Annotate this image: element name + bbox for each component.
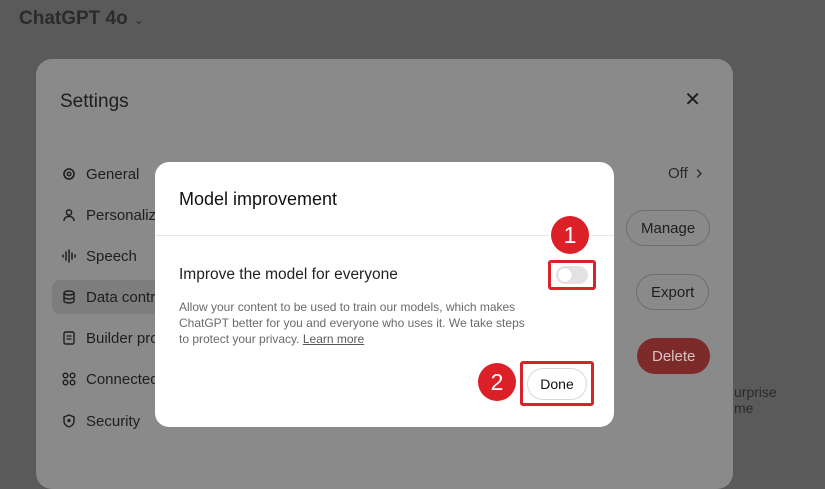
delete-button[interactable]: Delete xyxy=(637,338,711,374)
export-button[interactable]: Export xyxy=(636,274,710,310)
modal-title: Model improvement xyxy=(179,189,338,209)
learn-more-link[interactable]: Learn more xyxy=(303,332,364,346)
sidebar-item-label: Security xyxy=(86,412,141,430)
description-line: to protect your privacy. Learn more xyxy=(179,331,539,347)
setting-row-value[interactable]: Off › xyxy=(668,162,702,185)
sidebar-item-label: Connected xyxy=(86,370,159,388)
person-icon xyxy=(63,209,75,222)
apps-grid-icon xyxy=(62,372,76,386)
id-card-icon xyxy=(63,331,75,345)
sidebar-item-label: General xyxy=(86,165,140,183)
sidebar-item-label: Speech xyxy=(86,247,137,265)
improve-model-toggle[interactable] xyxy=(556,266,588,284)
sidebar-item-label: Data contro xyxy=(86,288,164,306)
setting-value: Off xyxy=(668,165,688,182)
shield-icon xyxy=(63,414,75,428)
database-icon xyxy=(63,290,75,304)
model-selector[interactable]: ChatGPT 4o ⌄ xyxy=(19,8,144,30)
settings-title: Settings xyxy=(60,91,129,112)
partial-suggestion-text: urprise me xyxy=(734,384,777,416)
description-line: ChatGPT better for you and everyone who … xyxy=(179,316,525,330)
divider xyxy=(155,235,614,236)
chevron-down-icon: ⌄ xyxy=(133,13,144,27)
toggle-knob xyxy=(558,268,572,282)
sidebar-item-label: Builder pro xyxy=(86,329,159,347)
description-line: Allow your content to be used to train o… xyxy=(179,300,516,314)
gear-icon xyxy=(63,168,75,180)
model-improvement-modal: Model improvement Improve the model for … xyxy=(155,162,614,427)
improve-model-description: Allow your content to be used to train o… xyxy=(179,299,539,347)
annotation-badge-2: 2 xyxy=(478,363,516,401)
waveform-icon xyxy=(62,249,76,263)
done-highlight: Done xyxy=(520,361,594,406)
close-icon[interactable]: ✕ xyxy=(684,87,701,112)
model-name: ChatGPT 4o xyxy=(19,8,128,29)
description-line-text: to protect your privacy. xyxy=(179,332,300,346)
chevron-right-icon: › xyxy=(695,162,703,184)
toggle-highlight xyxy=(548,260,596,290)
done-button[interactable]: Done xyxy=(527,367,587,400)
annotation-badge-1: 1 xyxy=(551,216,589,254)
sidebar-item-label: Personaliza xyxy=(86,206,165,224)
manage-button[interactable]: Manage xyxy=(626,210,711,246)
improve-model-label: Improve the model for everyone xyxy=(179,266,398,283)
